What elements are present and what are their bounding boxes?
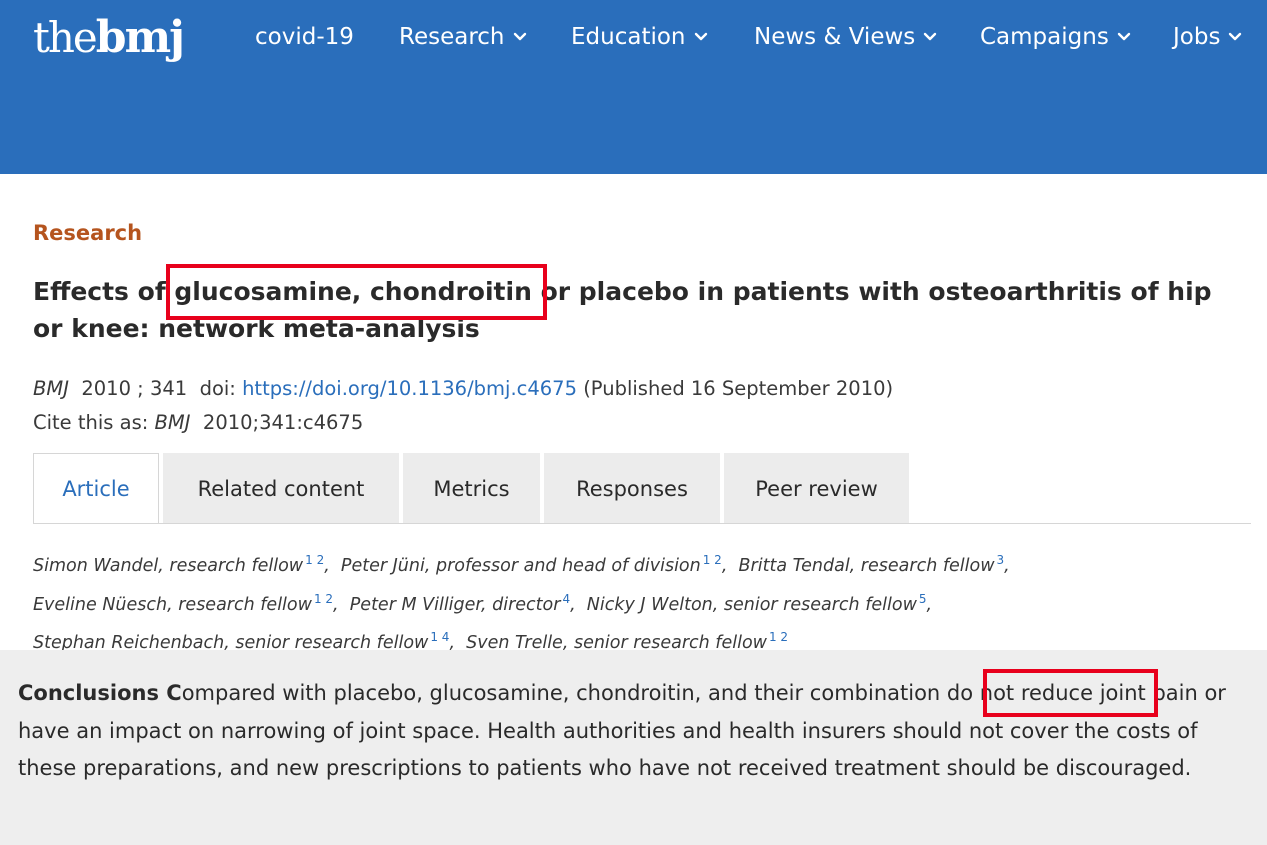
nav-item-research[interactable]: Research xyxy=(399,24,527,50)
site-header: the bmj covid-19 Research Education News … xyxy=(0,0,1267,174)
author-name[interactable]: Peter M Villiger, director xyxy=(350,595,561,615)
conclusions-label: Conclusions C xyxy=(18,681,182,705)
chevron-down-icon xyxy=(694,30,708,44)
nav-item-campaigns[interactable]: Campaigns xyxy=(980,24,1131,50)
author-name[interactable]: Nicky J Welton, senior research fellow xyxy=(587,595,917,615)
affiliation-ref[interactable]: 5 xyxy=(919,592,927,606)
cite-reference: 2010;341:c4675 xyxy=(202,411,364,434)
chevron-down-icon xyxy=(513,30,527,44)
tab-metrics[interactable]: Metrics xyxy=(403,453,540,524)
article-section-label: Research xyxy=(33,221,143,245)
published-date: (Published 16 September 2010) xyxy=(583,377,894,400)
article-title: Effects of glucosamine, chondroitin or p… xyxy=(33,273,1243,347)
journal-name: BMJ xyxy=(33,377,69,400)
cite-label: Cite this as: xyxy=(33,411,149,434)
bmj-logo[interactable]: the bmj xyxy=(33,12,185,64)
title-highlight: glucosamine, chondroitin xyxy=(174,277,532,306)
affiliation-ref[interactable]: 3 xyxy=(997,553,1005,567)
title-before: Effects of xyxy=(33,277,175,306)
tabs-divider xyxy=(33,523,1251,524)
nav-label: Research xyxy=(399,24,505,50)
author-name[interactable]: Eveline Nüesch, research fellow xyxy=(33,595,312,615)
citation-line: BMJ 2010 ; 341 doi: https://doi.org/10.1… xyxy=(33,372,893,406)
author-name[interactable]: Peter Jüni, professor and head of divisi… xyxy=(341,556,701,576)
nav-label: Education xyxy=(571,24,686,50)
nav-label: Jobs xyxy=(1173,24,1221,50)
doi-label: doi: xyxy=(199,377,236,400)
cite-journal: BMJ xyxy=(154,411,191,434)
affiliation-ref[interactable]: 1 2 xyxy=(769,630,788,644)
conclusions-highlight: do not reduce xyxy=(946,681,1094,705)
nav-label: covid-19 xyxy=(255,24,354,50)
doi-link[interactable]: https://doi.org/10.1136/bmj.c4675 xyxy=(242,377,577,400)
nav-item-education[interactable]: Education xyxy=(571,24,708,50)
article-meta: BMJ 2010 ; 341 doi: https://doi.org/10.1… xyxy=(33,372,893,440)
nav-item-news-views[interactable]: News & Views xyxy=(754,24,937,50)
author-name[interactable]: Simon Wandel, research fellow xyxy=(33,556,303,576)
tab-responses[interactable]: Responses xyxy=(544,453,720,524)
affiliation-ref[interactable]: 4 xyxy=(562,592,570,606)
cite-as-line: Cite this as: BMJ 2010;341:c4675 xyxy=(33,406,893,440)
nav-label: News & Views xyxy=(754,24,916,50)
affiliation-ref[interactable]: 1 2 xyxy=(703,553,722,567)
nav-item-jobs[interactable]: Jobs xyxy=(1173,24,1242,50)
chevron-down-icon xyxy=(1228,30,1242,44)
tab-peer-review[interactable]: Peer review xyxy=(724,453,909,524)
chevron-down-icon xyxy=(923,30,937,44)
chevron-down-icon xyxy=(1117,30,1131,44)
affiliation-ref[interactable]: 1 2 xyxy=(314,592,333,606)
year-volume: 2010 ; 341 xyxy=(81,377,188,400)
logo-bmj-text: bmj xyxy=(95,12,185,63)
affiliation-ref[interactable]: 1 2 xyxy=(305,553,324,567)
nav-label: Campaigns xyxy=(980,24,1109,50)
logo-the-text: the xyxy=(33,13,98,62)
nav-item-covid-19[interactable]: covid-19 xyxy=(255,24,354,50)
conclusions-text: Conclusions Compared with placebo, gluco… xyxy=(18,675,1250,788)
affiliation-ref[interactable]: 1 4 xyxy=(430,630,449,644)
author-name[interactable]: Britta Tendal, research fellow xyxy=(739,556,995,576)
author-list: Simon Wandel, research fellow 1 2, Peter … xyxy=(33,553,1010,653)
tab-related-content[interactable]: Related content xyxy=(163,453,399,524)
conclusions-before: ompared with placebo, glucosamine, chond… xyxy=(181,681,947,705)
article-tabs: Article Related content Metrics Response… xyxy=(33,453,913,524)
tab-article[interactable]: Article xyxy=(33,453,159,524)
